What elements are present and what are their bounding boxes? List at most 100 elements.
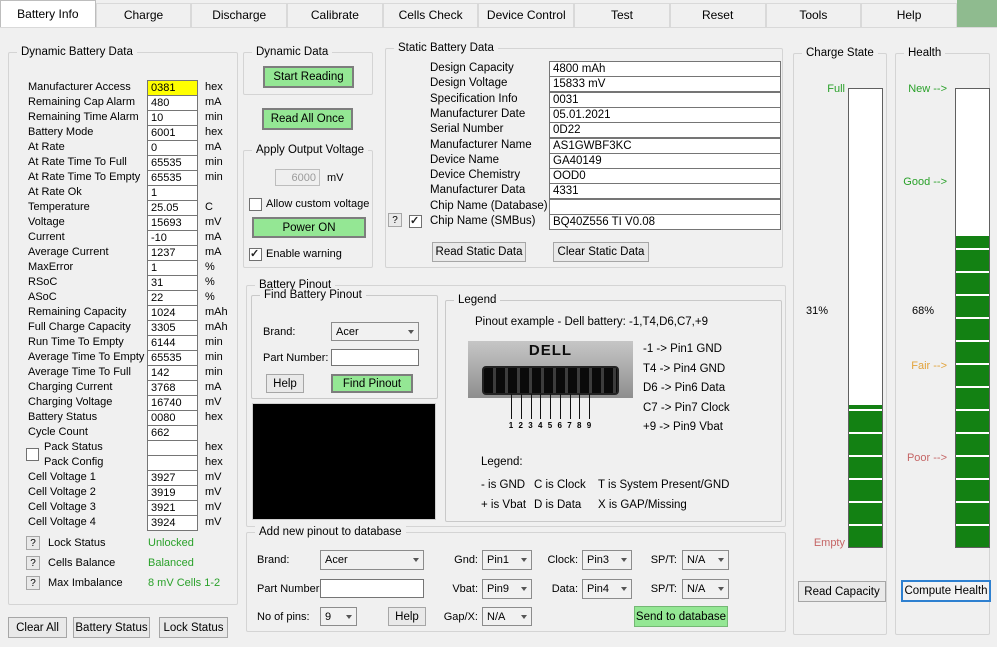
- field-value-input[interactable]: 0080: [147, 410, 198, 426]
- legend-key-item: X is GAP/Missing: [598, 499, 687, 511]
- tab-calibrate[interactable]: Calibrate: [287, 3, 383, 27]
- tab-cells-check[interactable]: Cells Check: [382, 3, 479, 27]
- field-label: Cell Voltage 4: [28, 516, 96, 528]
- field-value-input[interactable]: GA40149: [549, 152, 781, 169]
- field-value-input[interactable]: 0031: [549, 91, 781, 108]
- help-button[interactable]: ?: [26, 536, 40, 550]
- legend-key-item: + is Vbat: [481, 499, 527, 511]
- field-unit: mV: [205, 216, 222, 228]
- read-capacity-button[interactable]: Read Capacity: [798, 581, 886, 602]
- tab-battery-info[interactable]: Battery Info: [0, 0, 96, 27]
- add-part-number-input[interactable]: [320, 579, 424, 598]
- field-value-input[interactable]: 1: [147, 260, 198, 276]
- field-value-input[interactable]: 31: [147, 275, 198, 291]
- field-value-input[interactable]: -10: [147, 230, 198, 246]
- clear-static-data-button[interactable]: Clear Static Data: [553, 242, 649, 262]
- pack-status-checkbox[interactable]: [26, 448, 39, 461]
- tab-help[interactable]: Help: [861, 3, 957, 27]
- field-value-input[interactable]: 4331: [549, 183, 781, 200]
- status-value: Unlocked: [148, 537, 194, 549]
- field-value-input[interactable]: 10: [147, 110, 198, 126]
- dynamic-row: Cycle Count 662: [28, 425, 233, 441]
- send-to-database-button[interactable]: Send to database: [634, 606, 728, 627]
- tab-tools[interactable]: Tools: [765, 3, 862, 27]
- pinout-preview-image: [252, 403, 436, 520]
- chip-name-smbus-checkbox[interactable]: [409, 214, 422, 228]
- part-number-input[interactable]: [331, 349, 419, 366]
- field-label: Specification Info: [430, 92, 518, 105]
- field-value-input[interactable]: 4800 mAh: [549, 61, 781, 77]
- find-help-button[interactable]: Help: [266, 374, 304, 393]
- chip-name-help-button[interactable]: ?: [388, 213, 402, 227]
- field-value-input[interactable]: AS1GWBF3KC: [549, 137, 781, 154]
- power-on-button[interactable]: Power ON: [252, 217, 366, 238]
- pin-number: 3: [528, 421, 533, 430]
- allow-custom-voltage-checkbox[interactable]: [249, 198, 262, 211]
- field-value-input[interactable]: 3919: [147, 485, 198, 501]
- field-value-input[interactable]: 65535: [147, 170, 198, 186]
- field-value-input[interactable]: 480: [147, 95, 198, 111]
- field-value-input[interactable]: 15693: [147, 215, 198, 231]
- field-value-input[interactable]: [549, 198, 781, 215]
- field-value-input[interactable]: 6001: [147, 125, 198, 141]
- clear-all-button[interactable]: Clear All: [8, 617, 67, 638]
- field-value-input[interactable]: 05.01.2021: [549, 106, 781, 123]
- spt2-select[interactable]: N/A: [682, 579, 729, 599]
- field-value-input[interactable]: 0: [147, 140, 198, 156]
- field-value-input[interactable]: OOD0: [549, 168, 781, 185]
- field-value-input[interactable]: 662: [147, 425, 198, 441]
- field-value-input[interactable]: 6144: [147, 335, 198, 351]
- gap-select[interactable]: N/A: [482, 607, 532, 626]
- add-brand-select[interactable]: Acer: [320, 550, 424, 570]
- field-value-input[interactable]: [147, 440, 198, 456]
- tab-reset[interactable]: Reset: [669, 3, 766, 27]
- tab-discharge[interactable]: Discharge: [191, 3, 288, 27]
- data-label: Data:: [551, 583, 578, 595]
- output-voltage-input[interactable]: 6000: [275, 169, 320, 186]
- enable-warning-checkbox[interactable]: [249, 247, 262, 261]
- status-rows: ? Lock Status Unlocked? Cells Balance Balanc…: [26, 536, 226, 596]
- tab-charge[interactable]: Charge: [95, 3, 192, 27]
- battery-status-button[interactable]: Battery Status: [73, 617, 150, 638]
- field-value-input[interactable]: 0D22: [549, 122, 781, 139]
- legend-key-title: Legend:: [481, 456, 523, 468]
- read-static-data-button[interactable]: Read Static Data: [432, 242, 526, 262]
- find-pinout-button[interactable]: Find Pinout: [331, 374, 413, 393]
- pin-number: 8: [577, 421, 582, 430]
- compute-health-button[interactable]: Compute Health: [901, 580, 991, 602]
- field-unit: hex: [205, 126, 223, 138]
- field-value-input[interactable]: 3768: [147, 380, 198, 396]
- read-all-once-button[interactable]: Read All Once: [262, 108, 353, 130]
- dynamic-row: Average Time To Empty 65535 min: [28, 350, 233, 366]
- field-value-input[interactable]: 0381: [147, 80, 198, 96]
- field-value-input[interactable]: [147, 455, 198, 471]
- brand-select[interactable]: Acer: [331, 322, 419, 341]
- field-value-input[interactable]: 142: [147, 365, 198, 381]
- field-value-input[interactable]: 3305: [147, 320, 198, 336]
- spt1-select[interactable]: N/A: [682, 550, 729, 570]
- field-value-input[interactable]: 3924: [147, 515, 198, 531]
- field-value-input[interactable]: 22: [147, 290, 198, 306]
- help-button[interactable]: ?: [26, 576, 40, 590]
- tab-device-control[interactable]: Device Control: [478, 3, 575, 27]
- field-value-input[interactable]: 3927: [147, 470, 198, 486]
- dynamic-row: Cell Voltage 1 3927 mV: [28, 470, 233, 486]
- lock-status-button[interactable]: Lock Status: [159, 617, 228, 638]
- help-button[interactable]: ?: [26, 556, 40, 570]
- field-value-input[interactable]: 65535: [147, 350, 198, 366]
- field-value-input[interactable]: 16740: [147, 395, 198, 411]
- field-unit: mV: [205, 516, 222, 528]
- field-value-input[interactable]: 1024: [147, 305, 198, 321]
- field-value-input[interactable]: 1: [147, 185, 198, 201]
- field-value-input[interactable]: 1237: [147, 245, 198, 261]
- no-of-pins-select[interactable]: 9: [320, 607, 357, 626]
- field-value-input[interactable]: 3921: [147, 500, 198, 516]
- field-value-input[interactable]: 25.05: [147, 200, 198, 216]
- field-label: Design Voltage: [430, 77, 508, 90]
- field-value-input[interactable]: 65535: [147, 155, 198, 171]
- status-row: ? Cells Balance Balanced: [26, 556, 226, 576]
- field-value-input[interactable]: 15833 mV: [549, 76, 781, 93]
- tab-test[interactable]: Test: [574, 3, 670, 27]
- start-reading-button[interactable]: Start Reading: [263, 66, 354, 88]
- field-value-input[interactable]: BQ40Z556 TI V0.08: [549, 214, 781, 230]
